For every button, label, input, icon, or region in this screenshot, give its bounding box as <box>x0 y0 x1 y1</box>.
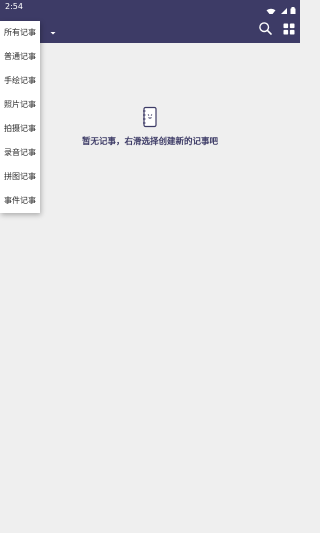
app-bar <box>0 14 300 43</box>
menu-item-normal-notes[interactable]: 普通记事 <box>0 45 40 69</box>
wifi-icon <box>266 2 276 16</box>
menu-item-camera-notes[interactable]: 拍摄记事 <box>0 117 40 141</box>
grid-view-icon[interactable] <box>282 21 296 35</box>
battery-icon <box>290 2 296 17</box>
menu-item-collage-notes[interactable]: 拼图记事 <box>0 165 40 189</box>
category-menu: 所有记事 普通记事 手绘记事 照片记事 拍摄记事 录音记事 拼图记事 事件记事 <box>0 21 40 213</box>
status-icons <box>266 2 296 17</box>
search-icon[interactable] <box>258 21 273 36</box>
status-time: 2:54 <box>5 2 23 11</box>
notebook-icon <box>142 106 158 128</box>
empty-state-message: 暂无记事，右滑选择创建新的记事吧 <box>81 137 218 147</box>
menu-item-event-notes[interactable]: 事件记事 <box>0 189 40 213</box>
menu-item-all-notes[interactable]: 所有记事 <box>0 21 40 45</box>
menu-item-photo-notes[interactable]: 照片记事 <box>0 93 40 117</box>
menu-item-drawing-notes[interactable]: 手绘记事 <box>0 69 40 93</box>
menu-item-audio-notes[interactable]: 录音记事 <box>0 141 40 165</box>
status-bar: 2:54 <box>0 0 300 17</box>
chevron-down-icon[interactable] <box>48 23 58 35</box>
signal-icon <box>278 2 288 16</box>
